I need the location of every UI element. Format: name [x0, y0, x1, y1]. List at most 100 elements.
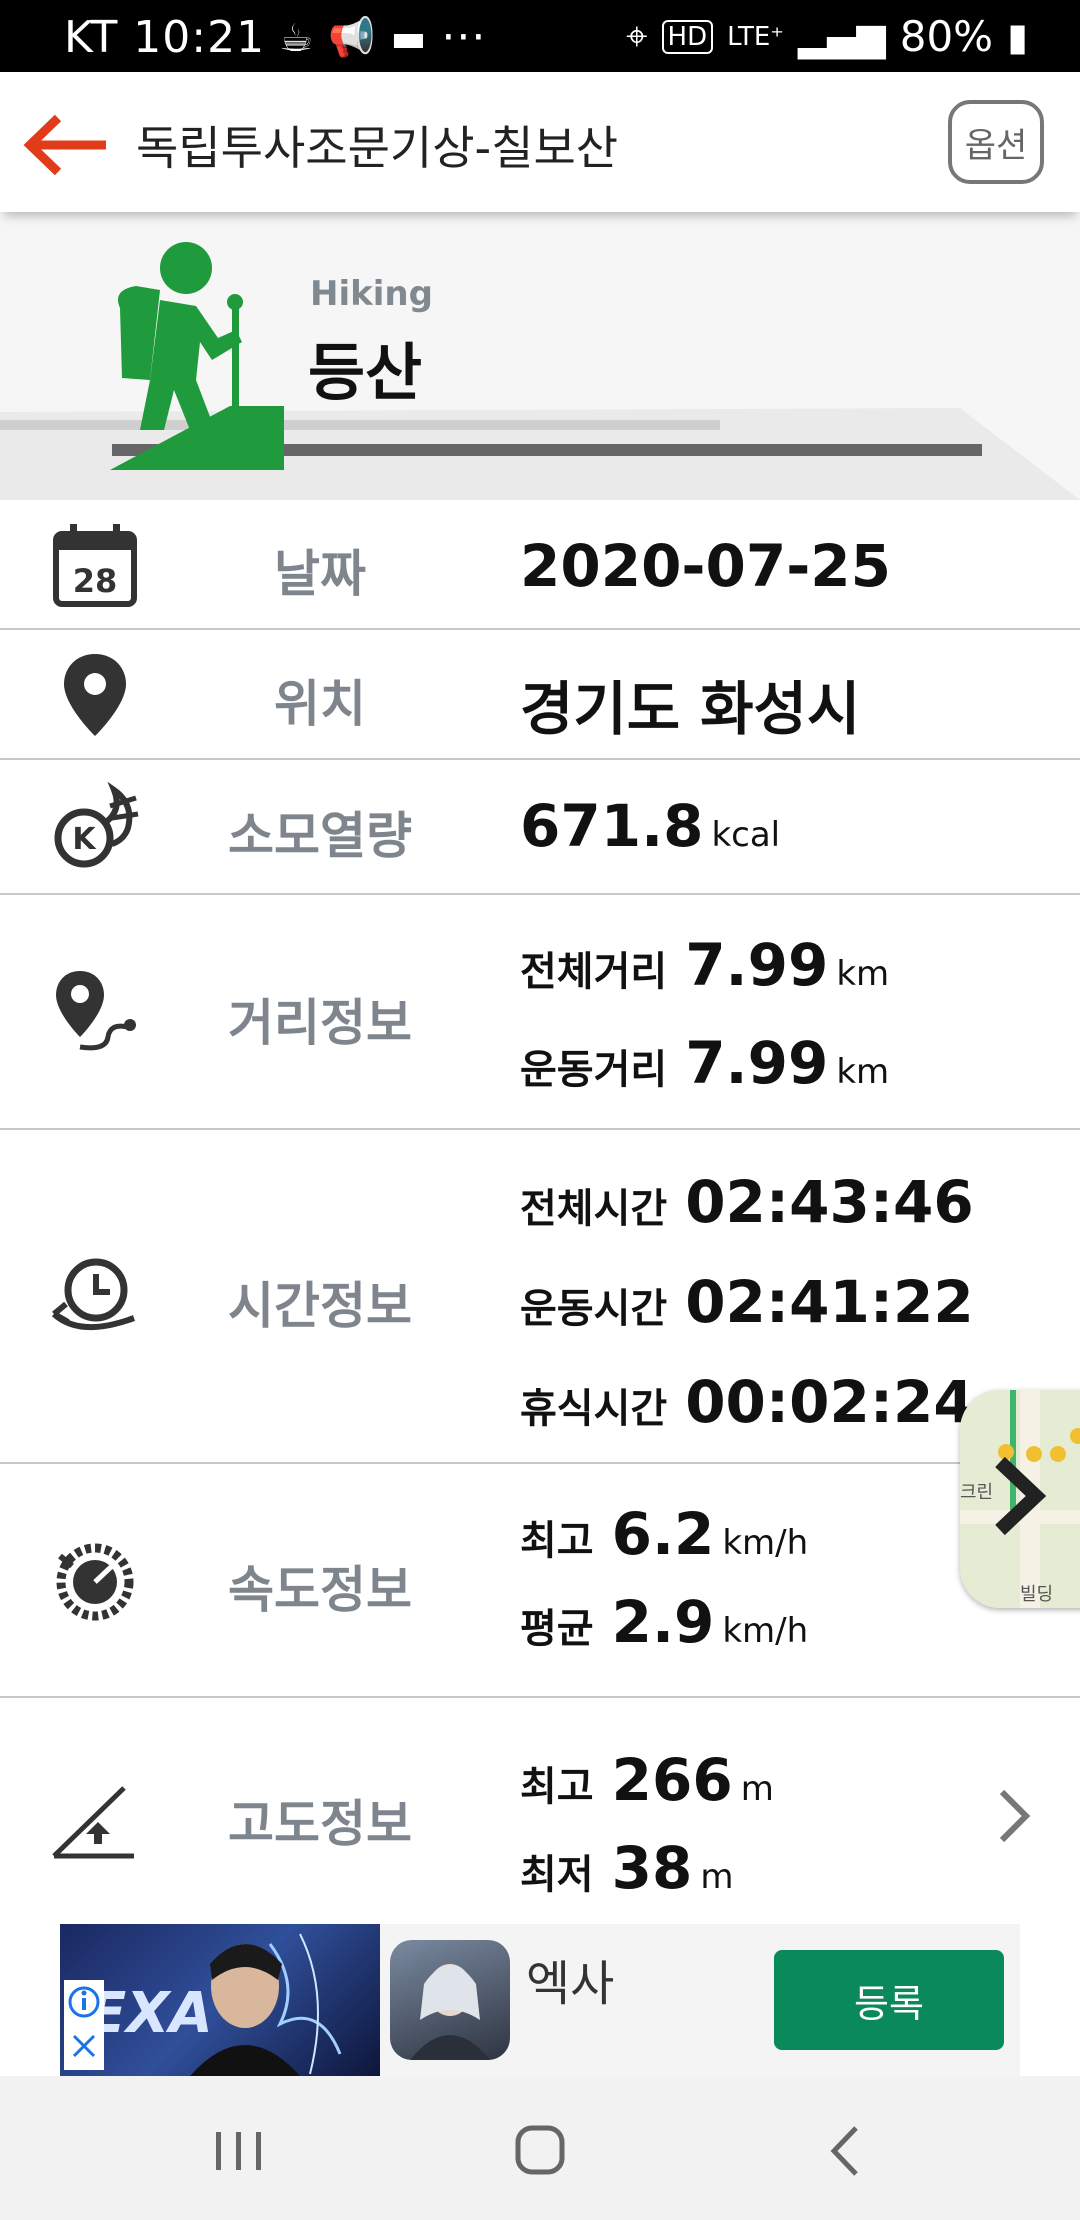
- ad-image[interactable]: EXA: [60, 1924, 380, 2076]
- hd-icon: HD: [661, 19, 714, 54]
- exercise-time-value: 02:41:22: [685, 1268, 974, 1336]
- status-right: ⌖ HD LTE⁺ ▂▄▆ 80% ▮: [626, 12, 1028, 61]
- exercise-time-label: 운동시간: [520, 1286, 668, 1332]
- total-time-line: 전체시간 02:43:46: [520, 1168, 974, 1236]
- total-distance-label: 전체거리: [520, 949, 668, 995]
- total-time-label: 전체시간: [520, 1186, 668, 1232]
- max-speed-unit: km/h: [722, 1523, 809, 1563]
- recent-apps-icon[interactable]: [198, 2116, 278, 2186]
- rest-time-label: 휴식시간: [520, 1386, 668, 1432]
- time-row: 시간정보 전체시간 02:43:46 운동시간 02:41:22 휴식시간 00:02…: [0, 1130, 1080, 1464]
- options-button[interactable]: 옵션: [948, 100, 1044, 184]
- system-nav-bar: [0, 2076, 1080, 2220]
- activity-header: Hiking 등산: [0, 212, 1080, 500]
- activity-title: 등산: [308, 336, 423, 409]
- speed-row: 속도정보 최고 6.2 km/h 평균 2.9 km/h: [0, 1464, 1080, 1698]
- max-altitude-value: 266: [611, 1746, 733, 1814]
- location-row: 위치 경기도 화성시: [0, 630, 1080, 760]
- battery-percent: 80%: [899, 12, 994, 61]
- speedometer-icon: [56, 1543, 134, 1621]
- map-preview-image: 크린 빌딩: [960, 1390, 1080, 1608]
- lte-icon: LTE⁺: [727, 21, 785, 52]
- avg-speed-line: 평균 2.9 km/h: [520, 1588, 808, 1656]
- distance-row: 거리정보 전체거리 7.99 km 운동거리 7.99 km: [0, 895, 1080, 1130]
- back-nav-icon[interactable]: [804, 2116, 884, 2186]
- exercise-distance-unit: km: [836, 1052, 890, 1092]
- distance-label: 거리정보: [228, 994, 412, 1052]
- altitude-row[interactable]: 고도정보 최고 266 m 최저 38 m: [0, 1698, 1080, 1924]
- map-text-top: 크린: [960, 1482, 993, 1503]
- page-title: 독립투사조문기상-칠보산: [136, 121, 619, 175]
- max-speed-label: 최고: [520, 1518, 594, 1564]
- exercise-distance-label: 운동거리: [520, 1047, 668, 1093]
- avg-speed-unit: km/h: [722, 1611, 809, 1651]
- ad-app-icon[interactable]: [390, 1940, 510, 2060]
- location-label: 위치: [274, 675, 366, 733]
- map-thumbnail-button[interactable]: 크린 빌딩: [960, 1390, 1080, 1608]
- ad-register-button[interactable]: 등록: [774, 1950, 1004, 2050]
- time-label: 시간정보: [228, 1277, 412, 1335]
- total-distance-line: 전체거리 7.99 km: [520, 931, 889, 999]
- speed-label: 속도정보: [228, 1561, 412, 1619]
- rest-time-value: 00:02:24: [685, 1368, 974, 1436]
- svg-text:K: K: [72, 822, 97, 857]
- altitude-label: 고도정보: [228, 1795, 412, 1853]
- exercise-time-line: 운동시간 02:41:22: [520, 1268, 974, 1336]
- calories-value-group: 671.8 kcal: [520, 792, 780, 860]
- avg-speed-value: 2.9: [611, 1588, 715, 1656]
- location-pin-icon: [64, 654, 126, 736]
- calendar-day-number: 28: [73, 562, 118, 600]
- total-time-value: 02:43:46: [685, 1168, 974, 1236]
- calories-unit: kcal: [711, 815, 781, 855]
- ad-choices[interactable]: [64, 1980, 104, 2070]
- ad-info-icon[interactable]: [64, 1980, 104, 2070]
- chat-icon: ▬: [390, 15, 428, 60]
- altitude-icon: [52, 1786, 134, 1859]
- more-dots: ···: [441, 12, 487, 63]
- route-pin-icon: [56, 971, 136, 1051]
- min-altitude-line: 최저 38 m: [520, 1834, 733, 1902]
- chevron-right-icon[interactable]: [994, 1788, 1034, 1844]
- exercise-distance-line: 운동거리 7.99 km: [520, 1029, 889, 1097]
- ad-app-name: 엑사: [526, 1956, 615, 2012]
- date-value: 2020-07-25: [520, 532, 891, 600]
- home-icon[interactable]: [500, 2116, 580, 2186]
- ad-app-artwork: [410, 1964, 490, 2060]
- exercise-distance-value: 7.99: [685, 1029, 829, 1097]
- max-altitude-line: 최고 266 m: [520, 1746, 774, 1814]
- back-arrow-icon[interactable]: [22, 110, 112, 180]
- date-row: 28 날짜 2020-07-25: [0, 500, 1080, 630]
- calories-label: 소모열량: [228, 807, 412, 865]
- status-left: KT 10:21 ☕ 📢 ▬ ···: [64, 12, 486, 63]
- max-speed-value: 6.2: [611, 1500, 715, 1568]
- min-altitude-value: 38: [611, 1834, 693, 1902]
- ad-register-label: 등록: [854, 1981, 924, 2026]
- min-altitude-label: 최저: [520, 1852, 594, 1898]
- date-label: 날짜: [274, 545, 366, 603]
- calendar-icon: 28: [53, 524, 137, 607]
- signal-icon: ▂▄▆: [798, 14, 886, 59]
- battery-icon: ▮: [1007, 14, 1028, 59]
- calorie-burn-icon: K: [54, 782, 139, 868]
- calories-value: 671.8: [520, 792, 704, 860]
- megaphone-icon: 📢: [328, 15, 377, 59]
- ad-banner-text: EXA: [88, 1981, 213, 2046]
- ad-banner[interactable]: EXA 엑사 등록: [60, 1924, 1020, 2076]
- calories-row: K 소모열량 671.8 kcal: [0, 760, 1080, 895]
- status-bar: KT 10:21 ☕ 📢 ▬ ··· ⌖ HD LTE⁺ ▂▄▆ 80% ▮: [0, 0, 1080, 72]
- carrier-time: KT 10:21: [64, 12, 266, 63]
- map-text-bottom: 빌딩: [1020, 1584, 1053, 1605]
- hiking-icon: [110, 242, 284, 470]
- options-button-label: 옵션: [964, 125, 1028, 166]
- max-altitude-unit: m: [740, 1769, 774, 1809]
- activity-subtitle: Hiking: [310, 274, 433, 314]
- clock-icon: [51, 1258, 136, 1330]
- location-icon: ⌖: [626, 14, 648, 58]
- min-altitude-unit: m: [700, 1857, 734, 1897]
- max-speed-line: 최고 6.2 km/h: [520, 1500, 808, 1568]
- rest-time-line: 휴식시간 00:02:24: [520, 1368, 974, 1436]
- ad-artwork: EXA: [88, 1933, 342, 2076]
- total-distance-unit: km: [836, 954, 890, 994]
- coffee-icon: ☕: [279, 15, 315, 60]
- total-distance-value: 7.99: [685, 931, 829, 999]
